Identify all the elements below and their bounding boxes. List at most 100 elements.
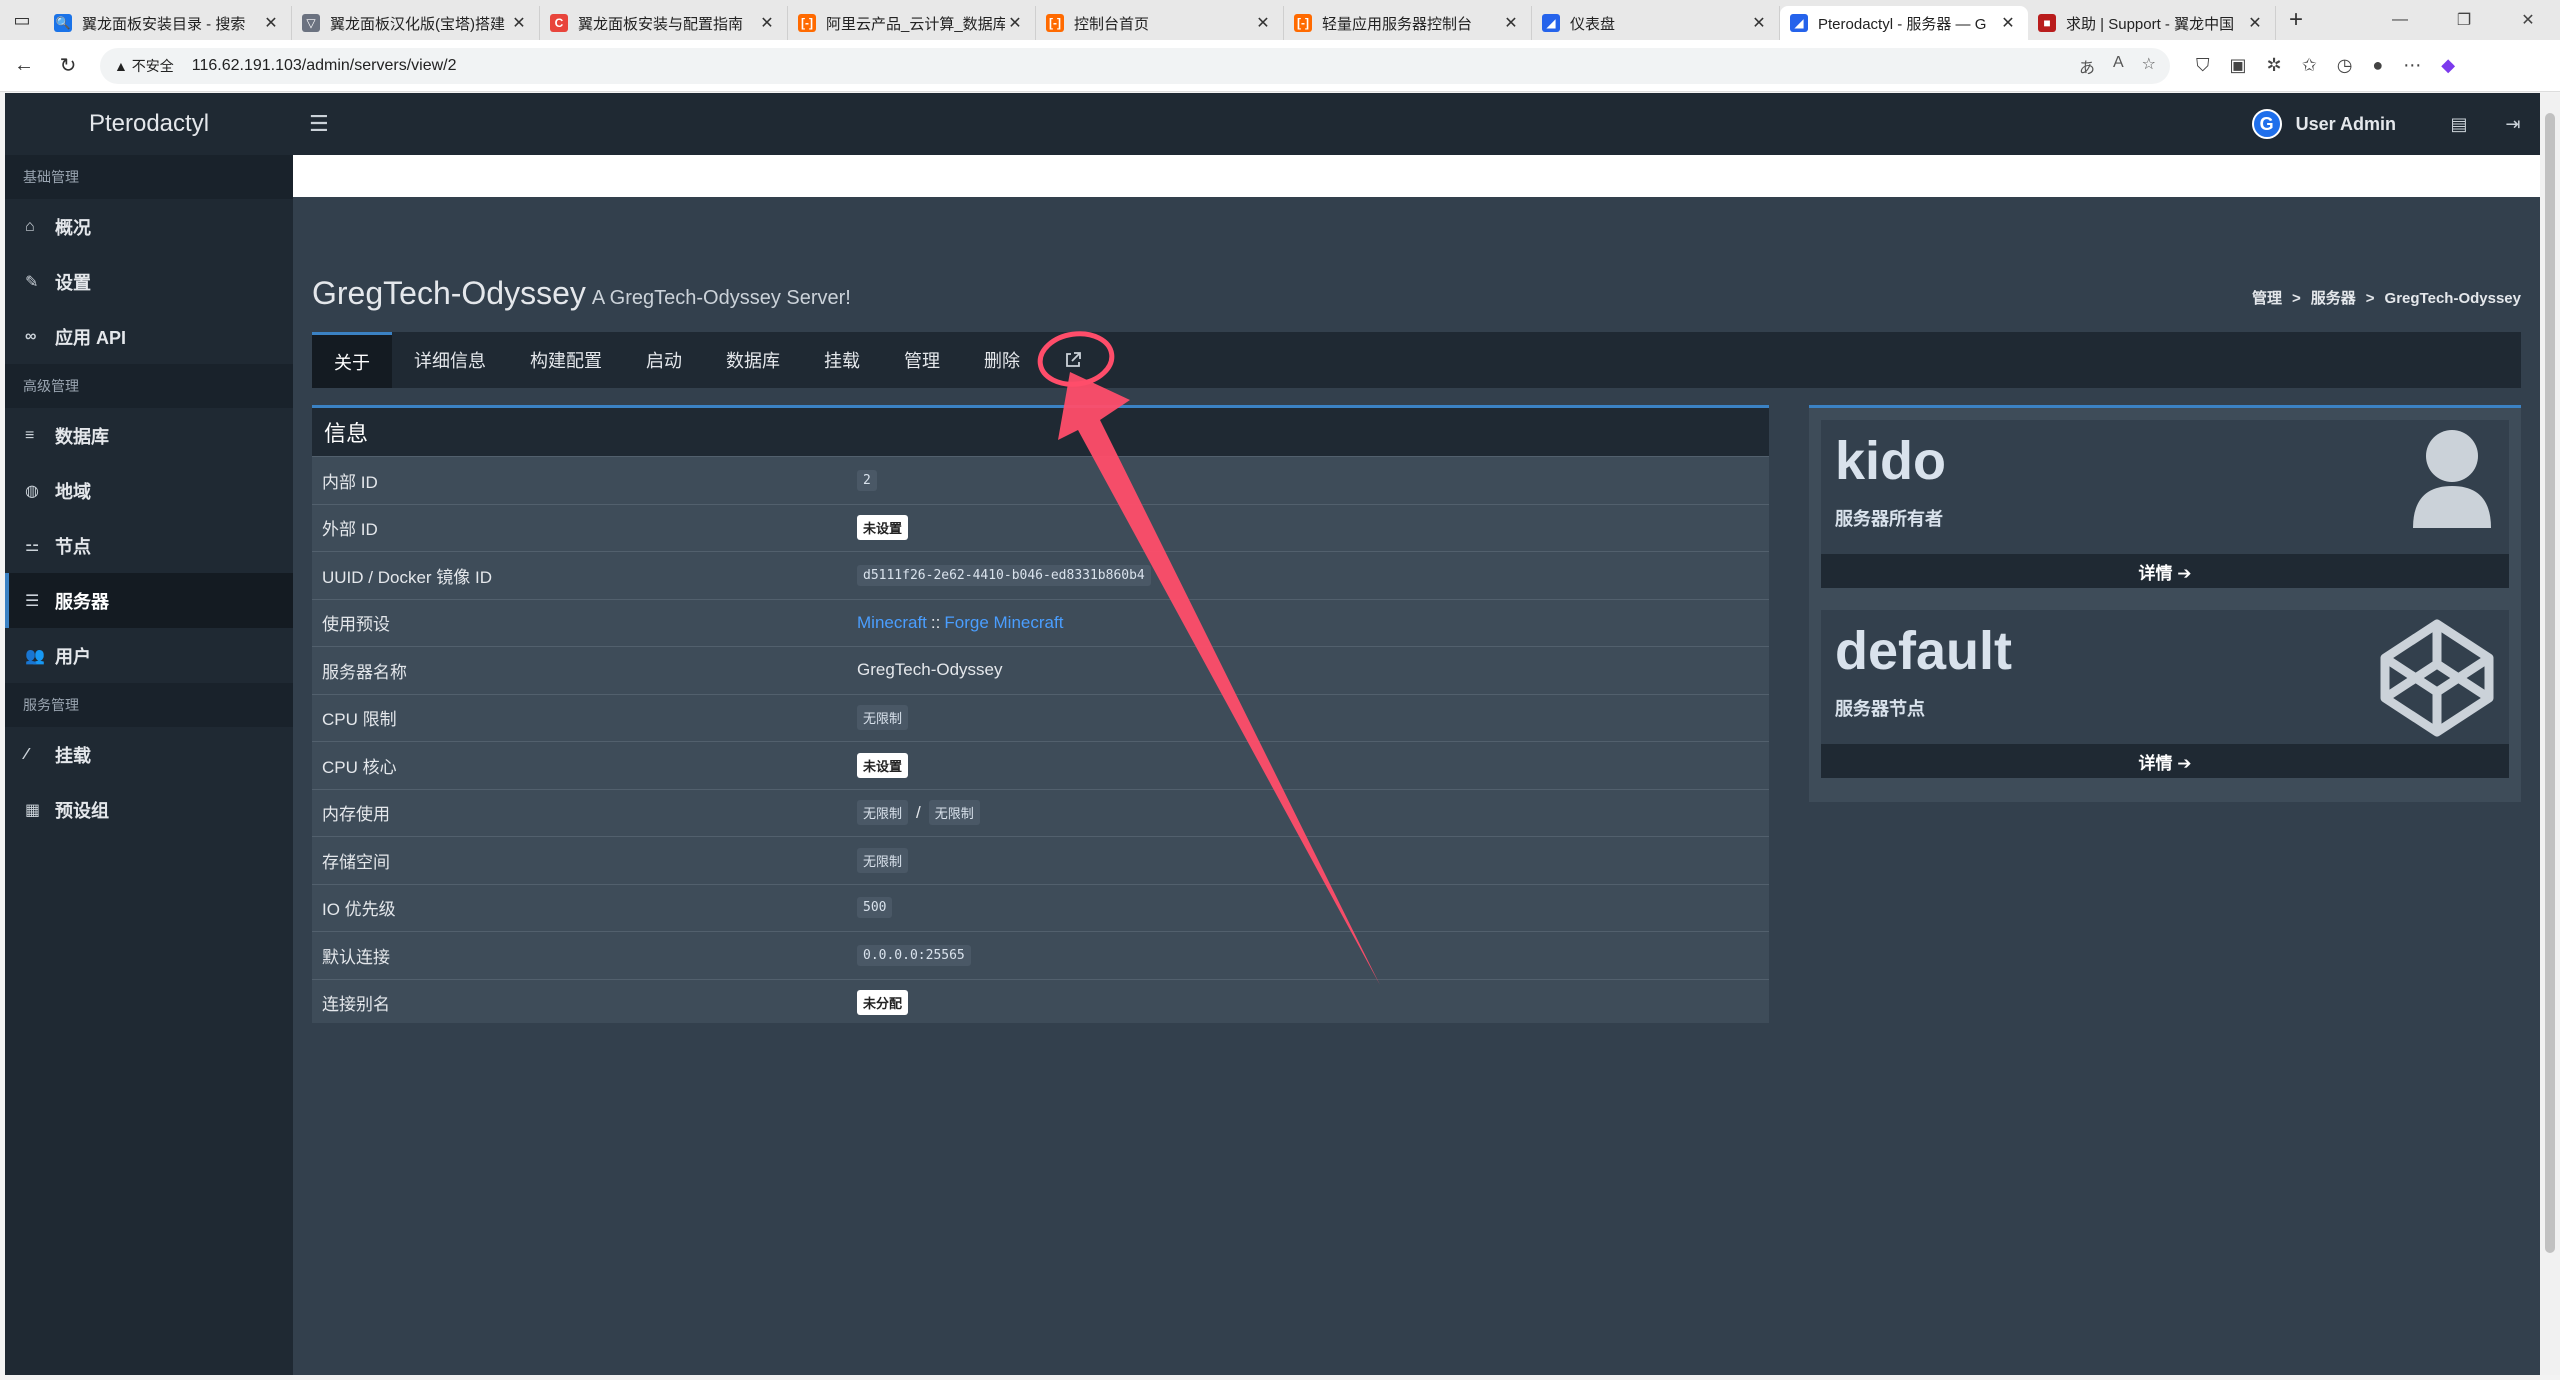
link-icon: ∞: [25, 327, 37, 345]
close-tab-icon[interactable]: ✕: [1749, 13, 1769, 33]
memory-value: 无限制: [857, 800, 909, 826]
browser-tab[interactable]: C 翼龙面板安装与配置指南 ✕: [540, 6, 788, 40]
logout-icon[interactable]: ⇥: [2486, 114, 2540, 135]
avatar[interactable]: G: [2251, 109, 2282, 139]
browser-tab[interactable]: ▽ 翼龙面板汉化版(宝塔)搭建 ✕: [292, 6, 540, 40]
browser-tab[interactable]: ◢ 仪表盘 ✕: [1532, 6, 1780, 40]
sidebar-section-header: 基础管理: [5, 155, 293, 199]
sidebar-item[interactable]: ∞ 应用 API: [5, 309, 293, 364]
table-row: CPU 限制 无限制: [312, 693, 1769, 742]
puzzle-icon[interactable]: ✲: [2267, 55, 2282, 76]
history-icon[interactable]: ◷: [2337, 55, 2353, 76]
egg-link[interactable]: Forge Minecraft: [944, 613, 1063, 633]
tab-build[interactable]: 构建配置: [508, 332, 624, 388]
close-window-icon[interactable]: ✕: [2496, 0, 2560, 40]
owner-details-link[interactable]: 详情 ➔: [1821, 554, 2509, 588]
server-list-icon[interactable]: ▤: [2432, 114, 2486, 135]
content-header-band: [293, 155, 2540, 197]
sidebar-item[interactable]: ⁄ 挂载: [5, 727, 293, 782]
restore-icon[interactable]: ❐: [2432, 0, 2496, 40]
more-icon[interactable]: ⋯: [2403, 55, 2421, 76]
favicon-icon: ◢: [1790, 14, 1808, 32]
row-label: CPU 限制: [322, 710, 397, 730]
favorite-star-icon[interactable]: ☆: [2142, 54, 2156, 78]
read-aloud-icon[interactable]: A: [2113, 54, 2124, 78]
favicon-icon: [-]: [1294, 14, 1312, 32]
sidebar-item[interactable]: ☰ 服务器: [5, 573, 293, 628]
tab-title: 阿里云产品_云计算_数据库: [826, 15, 1005, 33]
page-scrollbar[interactable]: [2540, 93, 2560, 1375]
tab-title: 求助 | Support - 翼龙中国: [2066, 15, 2235, 33]
tab-startup[interactable]: 启动: [624, 332, 704, 388]
tab-details[interactable]: 详细信息: [392, 332, 508, 388]
tab-about[interactable]: 关于: [312, 332, 392, 388]
row-label: CPU 核心: [322, 757, 397, 777]
new-tab-button[interactable]: +: [2276, 0, 2316, 40]
sidebar-item[interactable]: ⚍ 节点: [5, 518, 293, 573]
top-navbar: Pterodactyl ☰ G User Admin ▤ ⇥: [5, 93, 2540, 155]
sidebar-item[interactable]: 👥 用户: [5, 628, 293, 683]
browser-tab[interactable]: ◢ Pterodactyl - 服务器 — G ✕: [1780, 6, 2028, 40]
sidebar-item[interactable]: ▦ 预设组: [5, 782, 293, 837]
tab-delete[interactable]: 删除: [962, 332, 1042, 388]
tab-title: 翼龙面板汉化版(宝塔)搭建: [330, 15, 505, 33]
browser-tab[interactable]: ■ 求助 | Support - 翼龙中国 ✕: [2028, 6, 2276, 40]
server-subtitle: A GregTech-Odyssey Server!: [591, 287, 851, 309]
node-details-link[interactable]: 详情 ➔: [1821, 744, 2509, 778]
sidebar-item[interactable]: ≡ 数据库: [5, 408, 293, 463]
brand-logo[interactable]: Pterodactyl: [5, 93, 293, 155]
sidebar-item-label: 服务器: [55, 591, 109, 612]
copilot-icon[interactable]: ◆: [2441, 55, 2455, 76]
extension-icon[interactable]: ▣: [2230, 55, 2247, 76]
shield-icon[interactable]: ⛉: [2196, 55, 2210, 76]
translate-icon[interactable]: あ: [2079, 54, 2095, 78]
menu-toggle-icon[interactable]: ☰: [309, 111, 329, 137]
external-link-icon[interactable]: [1042, 332, 1104, 388]
tab-mounts[interactable]: 挂载: [802, 332, 882, 388]
close-tab-icon[interactable]: ✕: [1253, 13, 1273, 33]
globe-icon: ◍: [25, 482, 39, 500]
scrollbar-thumb[interactable]: [2545, 113, 2555, 1253]
default-connection-value: 0.0.0.0:25565: [857, 944, 971, 966]
swap-value: 无限制: [928, 800, 980, 826]
insecure-badge[interactable]: ▲ 不安全: [114, 56, 174, 76]
close-tab-icon[interactable]: ✕: [261, 13, 281, 33]
breadcrumb-current: GregTech-Odyssey: [2384, 290, 2521, 307]
table-row: 连接别名 未分配: [312, 978, 1769, 1027]
browser-tab[interactable]: 🔍 翼龙面板安装目录 - 搜索 ✕: [44, 6, 292, 40]
close-tab-icon[interactable]: ✕: [509, 13, 529, 33]
close-tab-icon[interactable]: ✕: [1998, 13, 2018, 33]
tab-actions-icon[interactable]: ▭: [0, 0, 44, 40]
close-tab-icon[interactable]: ✕: [757, 13, 777, 33]
table-row: 使用预设 Minecraft :: Forge Minecraft: [312, 598, 1769, 647]
sidebar-item[interactable]: ⌂ 概况: [5, 199, 293, 254]
page-title: GregTech-Odyssey A GregTech-Odyssey Serve…: [312, 275, 851, 312]
browser-tab[interactable]: [-] 阿里云产品_云计算_数据库 ✕: [788, 6, 1036, 40]
profile-icon[interactable]: ●: [2372, 55, 2383, 76]
row-label: 默认连接: [322, 947, 390, 967]
tab-database[interactable]: 数据库: [704, 332, 802, 388]
favicon-icon: ▽: [302, 14, 320, 32]
breadcrumb-servers[interactable]: 服务器: [2311, 290, 2356, 307]
users-icon: 👥: [25, 647, 45, 665]
server-tabs: 关于 详细信息 构建配置 启动 数据库 挂载 管理 删除: [312, 332, 2521, 388]
url-input[interactable]: ▲ 不安全 116.62.191.103/admin/servers/view/…: [100, 47, 2170, 84]
browser-tab[interactable]: [-] 轻量应用服务器控制台 ✕: [1284, 6, 1532, 40]
user-name[interactable]: User Admin: [2296, 114, 2396, 135]
database-icon: ≡: [25, 426, 35, 444]
favicon-icon: [-]: [1046, 14, 1064, 32]
close-tab-icon[interactable]: ✕: [1005, 13, 1025, 33]
close-tab-icon[interactable]: ✕: [1501, 13, 1521, 33]
sidebar-item[interactable]: ✎ 设置: [5, 254, 293, 309]
refresh-icon[interactable]: ↻: [48, 46, 88, 86]
table-row: UUID / Docker 镜像 ID d5111f26-2e62-4410-b…: [312, 551, 1769, 599]
close-tab-icon[interactable]: ✕: [2245, 13, 2265, 33]
minimize-icon[interactable]: —: [2368, 0, 2432, 40]
nest-link[interactable]: Minecraft: [857, 613, 927, 633]
tab-manage[interactable]: 管理: [882, 332, 962, 388]
browser-tab[interactable]: [-] 控制台首页 ✕: [1036, 6, 1284, 40]
favorites-icon[interactable]: ✩: [2302, 55, 2317, 76]
breadcrumb-admin[interactable]: 管理: [2252, 290, 2282, 307]
back-icon[interactable]: ←: [4, 46, 44, 86]
sidebar-item[interactable]: ◍ 地域: [5, 463, 293, 518]
